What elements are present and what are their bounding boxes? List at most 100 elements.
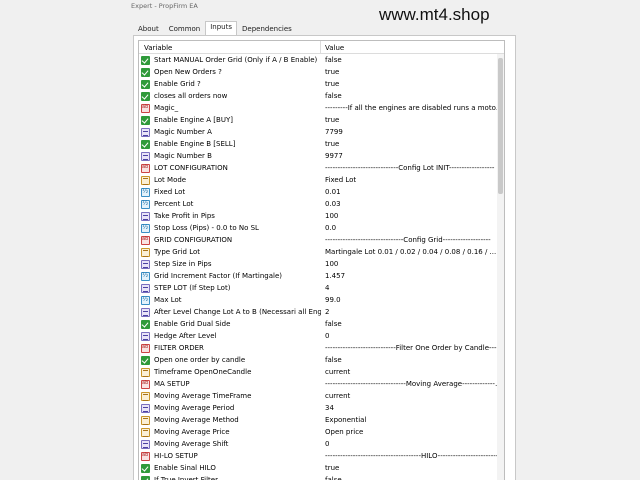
value-cell[interactable]: 0	[321, 332, 504, 340]
table-row[interactable]: Step Size in Pips 100	[139, 258, 504, 270]
table-row[interactable]: GRID CONFIGURATION ----------------------…	[139, 234, 504, 246]
table-row[interactable]: Enable Grid ? true	[139, 78, 504, 90]
value-cell[interactable]: true	[321, 116, 504, 124]
tab-common[interactable]: Common	[164, 23, 206, 35]
table-row[interactable]: Take Profit in Pips 100	[139, 210, 504, 222]
variable-cell: Timeframe OpenOneCandle	[139, 367, 321, 377]
value-cell[interactable]: --------------------------------------HI…	[321, 452, 504, 460]
value-cell[interactable]: true	[321, 464, 504, 472]
table-row[interactable]: Hedge After Level 0	[139, 330, 504, 342]
value-cell[interactable]: 100	[321, 260, 504, 268]
value-cell[interactable]: false	[321, 320, 504, 328]
value-cell[interactable]: current	[321, 368, 504, 376]
variable-name: Moving Average Price	[154, 428, 230, 436]
inputs-table[interactable]: Variable Value Start MANUAL Order Grid (…	[138, 40, 505, 480]
value-cell[interactable]: true	[321, 68, 504, 76]
table-row[interactable]: Moving Average Price Open price	[139, 426, 504, 438]
value-cell[interactable]: -------------------------------Config Gr…	[321, 236, 504, 244]
table-row[interactable]: STEP LOT (If Step Lot) 4	[139, 282, 504, 294]
variable-cell: GRID CONFIGURATION	[139, 235, 321, 245]
table-row[interactable]: Enable Grid Dual Side false	[139, 318, 504, 330]
table-row[interactable]: Moving Average TimeFrame current	[139, 390, 504, 402]
value-cell[interactable]: 34	[321, 404, 504, 412]
variable-name: Magic Number B	[154, 152, 212, 160]
variable-cell: Type Grid Lot	[139, 247, 321, 257]
table-row[interactable]: Moving Average Method Exponential	[139, 414, 504, 426]
table-row[interactable]: MA SETUP --------------------------------…	[139, 378, 504, 390]
table-row[interactable]: Enable Engine A [BUY] true	[139, 114, 504, 126]
value-cell[interactable]: 7799	[321, 128, 504, 136]
value-cell[interactable]: Exponential	[321, 416, 504, 424]
value-cell[interactable]: 9977	[321, 152, 504, 160]
table-row[interactable]: Magic Number A 7799	[139, 126, 504, 138]
variable-name: Start MANUAL Order Grid (Only if A / B E…	[154, 56, 318, 64]
table-row[interactable]: Type Grid Lot Martingale Lot 0.01 / 0.02 …	[139, 246, 504, 258]
table-row[interactable]: Timeframe OpenOneCandle current	[139, 366, 504, 378]
string-param-icon	[141, 379, 150, 389]
value-cell[interactable]: 1.457	[321, 272, 504, 280]
value-cell[interactable]: 0.0	[321, 224, 504, 232]
value-cell[interactable]: Open price	[321, 428, 504, 436]
value-cell[interactable]: 4	[321, 284, 504, 292]
column-header-value[interactable]: Value	[321, 41, 504, 53]
table-row[interactable]: HI-LO SETUP -----------------------------…	[139, 450, 504, 462]
variable-name: Moving Average Method	[154, 416, 239, 424]
scrollbar-thumb[interactable]	[498, 58, 503, 194]
value-cell[interactable]: 0.03	[321, 200, 504, 208]
variable-name: Enable Grid ?	[154, 80, 201, 88]
string-param-icon	[141, 343, 150, 353]
variable-cell: Enable Engine B [SELL]	[139, 139, 321, 149]
table-row[interactable]: Moving Average Period 34	[139, 402, 504, 414]
variable-cell: FILTER ORDER	[139, 343, 321, 353]
value-cell[interactable]: --------------------------------Moving A…	[321, 380, 504, 388]
value-cell[interactable]: true	[321, 80, 504, 88]
table-row[interactable]: Start MANUAL Order Grid (Only if A / B E…	[139, 54, 504, 66]
value-cell[interactable]: 2	[321, 308, 504, 316]
table-row[interactable]: Fixed Lot 0.01	[139, 186, 504, 198]
value-cell[interactable]: false	[321, 476, 504, 480]
value-cell[interactable]: current	[321, 392, 504, 400]
string-param-icon	[141, 103, 150, 113]
tab-dependencies[interactable]: Dependencies	[237, 23, 297, 35]
value-cell[interactable]: false	[321, 92, 504, 100]
table-row[interactable]: Moving Average Shift 0	[139, 438, 504, 450]
value-cell[interactable]: ----------------------------Filter One O…	[321, 344, 504, 352]
table-row[interactable]: Stop Loss (Pips) - 0.0 to No SL 0.0	[139, 222, 504, 234]
value-cell[interactable]: 99.0	[321, 296, 504, 304]
table-row[interactable]: FILTER ORDER ----------------------------…	[139, 342, 504, 354]
value-cell[interactable]: true	[321, 140, 504, 148]
table-row[interactable]: Magic Number B 9977	[139, 150, 504, 162]
variable-cell: MA SETUP	[139, 379, 321, 389]
value-cell[interactable]: false	[321, 356, 504, 364]
table-row[interactable]: Grid Increment Factor (If Martingale) 1.4…	[139, 270, 504, 282]
table-row[interactable]: Open New Orders ? true	[139, 66, 504, 78]
value-cell[interactable]: 0	[321, 440, 504, 448]
variable-name: GRID CONFIGURATION	[154, 236, 233, 244]
table-row[interactable]: Lot Mode Fixed Lot	[139, 174, 504, 186]
table-row[interactable]: Open one order by candle false	[139, 354, 504, 366]
column-header-variable[interactable]: Variable	[139, 41, 321, 53]
vertical-scrollbar[interactable]	[497, 54, 504, 480]
enum-param-icon	[141, 427, 150, 437]
table-row[interactable]: After Level Change Lot A to B (Necessari…	[139, 306, 504, 318]
enum-param-icon	[141, 367, 150, 377]
table-row[interactable]: If True Invert Filter false	[139, 474, 504, 480]
tab-inputs[interactable]: Inputs	[205, 21, 238, 35]
double-param-icon	[141, 271, 150, 281]
value-cell[interactable]: ---------If all the engines are disabled…	[321, 104, 504, 112]
variable-name: Moving Average TimeFrame	[154, 392, 252, 400]
value-cell[interactable]: false	[321, 56, 504, 64]
table-row[interactable]: Percent Lot 0.03	[139, 198, 504, 210]
table-row[interactable]: Magic_ ---------If all the engines are di…	[139, 102, 504, 114]
tab-about[interactable]: About	[133, 23, 164, 35]
table-row[interactable]: closes all orders now false	[139, 90, 504, 102]
value-cell[interactable]: 0.01	[321, 188, 504, 196]
value-cell[interactable]: Fixed Lot	[321, 176, 504, 184]
value-cell[interactable]: -----------------------------Config Lot …	[321, 164, 504, 172]
table-row[interactable]: Enable Sinal HILO true	[139, 462, 504, 474]
value-cell[interactable]: 100	[321, 212, 504, 220]
table-row[interactable]: LOT CONFIGURATION -----------------------…	[139, 162, 504, 174]
value-cell[interactable]: Martingale Lot 0.01 / 0.02 / 0.04 / 0.08…	[321, 248, 504, 256]
table-row[interactable]: Max Lot 99.0	[139, 294, 504, 306]
table-row[interactable]: Enable Engine B [SELL] true	[139, 138, 504, 150]
